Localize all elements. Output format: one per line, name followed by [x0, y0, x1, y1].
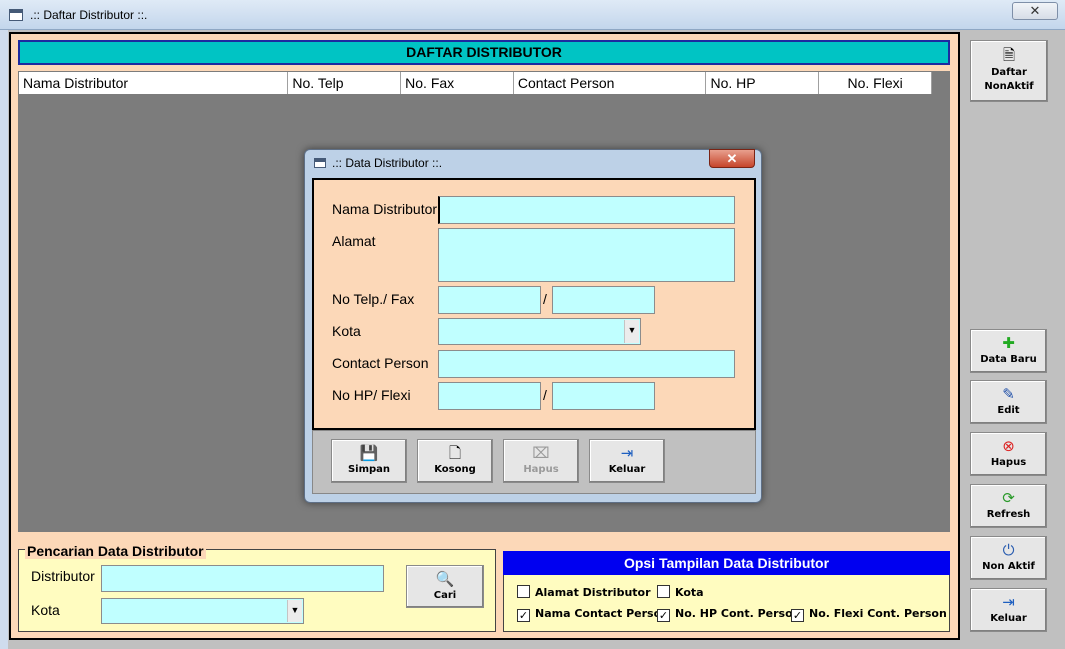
option-hp-contact[interactable]: ✓ No. HP Cont. Person [657, 607, 800, 622]
search-kota-select[interactable]: ▼ [101, 598, 304, 624]
kota-label: Kota [332, 323, 361, 339]
search-distributor-input[interactable] [101, 565, 384, 592]
new-document-icon: 🗋 [448, 444, 462, 462]
chevron-down-icon[interactable]: ▼ [287, 600, 302, 622]
list-title: DAFTAR DISTRIBUTOR [18, 40, 950, 65]
power-icon: ⏻ [1002, 541, 1015, 559]
window-close-button[interactable]: ✕ [1012, 2, 1058, 20]
data-baru-button[interactable]: ✚ Data Baru [970, 329, 1047, 373]
window-titlebar: .:: Daftar Distributor ::. [0, 0, 1065, 30]
kosong-button[interactable]: 🗋 Kosong [417, 439, 493, 483]
checkbox-hp-contact[interactable]: ✓ [657, 609, 670, 622]
edit-icon: ✎ [1002, 385, 1015, 403]
alamat-textarea[interactable] [438, 228, 735, 282]
hp-flexi-label: No HP/ Flexi [332, 387, 411, 403]
save-icon: 💾 [359, 444, 379, 462]
checkbox-nama-contact[interactable]: ✓ [517, 609, 530, 622]
option-kota[interactable]: Kota [657, 585, 704, 599]
delete-icon: ⌧ [532, 444, 550, 462]
dialog-close-button[interactable]: ✕ [709, 149, 755, 168]
delete-icon: ⊗ [1002, 437, 1015, 455]
daftar-nonaktif-button[interactable]: 🗎 Daftar NonAktif [970, 40, 1048, 102]
contact-person-label: Contact Person [332, 355, 429, 371]
simpan-button[interactable]: 💾 Simpan [331, 439, 407, 483]
keluar-button[interactable]: ⇥ Keluar [970, 588, 1047, 632]
search-icon: 🔍 [435, 570, 455, 588]
hapus-button[interactable]: ⊗ Hapus [970, 432, 1047, 476]
column-header-telp[interactable]: No. Telp [288, 72, 402, 94]
nama-distributor-label: Nama Distributor [332, 201, 438, 217]
dialog-keluar-button[interactable]: ⇥ Keluar [589, 439, 665, 483]
column-header-nama[interactable]: Nama Distributor [19, 72, 289, 94]
search-kota-label: Kota [31, 602, 60, 618]
column-header-contact[interactable]: Contact Person [514, 72, 707, 94]
exit-icon: ⇥ [1002, 593, 1015, 611]
checkbox-kota[interactable] [657, 585, 670, 598]
dialog-title: .:: Data Distributor ::. [332, 156, 443, 170]
telp-input[interactable] [438, 286, 541, 314]
nama-distributor-input[interactable] [438, 196, 735, 224]
window-left-edge [0, 30, 8, 649]
column-header-hp[interactable]: No. HP [706, 72, 820, 94]
list-remove-icon: 🗎 [1002, 46, 1016, 64]
grid-header: Nama Distributor No. Telp No. Fax Contac… [18, 71, 933, 95]
option-nama-contact[interactable]: ✓ Nama Contact Person [517, 607, 669, 622]
hp-flexi-separator: / [543, 387, 547, 403]
column-header-flexi[interactable]: No. Flexi [819, 72, 932, 94]
kota-select[interactable]: ▼ [438, 318, 641, 345]
column-header-fax[interactable]: No. Fax [401, 72, 514, 94]
telp-fax-separator: / [543, 291, 547, 307]
checkbox-alamat[interactable] [517, 585, 530, 598]
cari-button[interactable]: 🔍 Cari [406, 565, 484, 608]
edit-button[interactable]: ✎ Edit [970, 380, 1047, 424]
hp-input[interactable] [438, 382, 541, 410]
window-app-icon [9, 9, 23, 21]
refresh-button[interactable]: ⟳ Refresh [970, 484, 1047, 528]
exit-icon: ⇥ [620, 444, 634, 462]
alamat-label: Alamat [332, 233, 376, 249]
fax-input[interactable] [552, 286, 655, 314]
flexi-input[interactable] [552, 382, 655, 410]
checkbox-flexi-contact[interactable]: ✓ [791, 609, 804, 622]
dialog-hapus-button[interactable]: ⌧ Hapus [503, 439, 579, 483]
refresh-icon: ⟳ [1002, 489, 1015, 507]
contact-person-input[interactable] [438, 350, 735, 378]
display-options-title: Opsi Tampilan Data Distributor [503, 551, 950, 575]
window-title: .:: Daftar Distributor ::. [30, 8, 148, 22]
search-distributor-label: Distributor [31, 568, 95, 584]
cari-button-label: Cari [433, 590, 457, 601]
non-aktif-button[interactable]: ⏻ Non Aktif [970, 536, 1047, 580]
plus-icon: ✚ [1002, 334, 1015, 352]
option-flexi-contact[interactable]: ✓ No. Flexi Cont. Person [791, 607, 947, 622]
option-alamat[interactable]: Alamat Distributor [517, 585, 651, 599]
dialog-app-icon [314, 158, 326, 168]
telp-fax-label: No Telp./ Fax [332, 291, 415, 307]
search-legend: Pencarian Data Distributor [25, 543, 206, 559]
chevron-down-icon[interactable]: ▼ [624, 320, 639, 343]
